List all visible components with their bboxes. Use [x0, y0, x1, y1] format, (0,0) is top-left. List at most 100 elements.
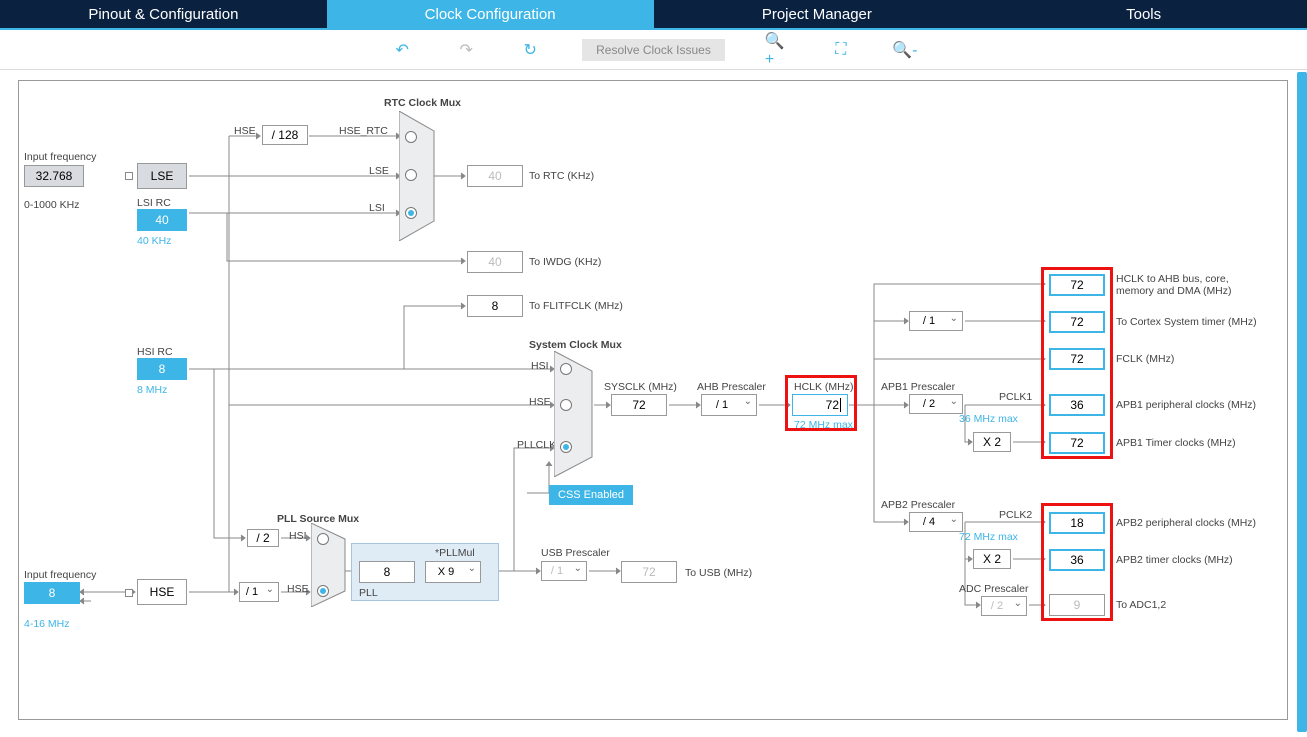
tab-pinout[interactable]: Pinout & Configuration [0, 0, 327, 28]
block-hsi-div2: / 2 [247, 529, 279, 547]
refresh-icon[interactable]: ↻ [518, 38, 542, 62]
radio-rtc-lse[interactable] [405, 169, 417, 181]
tab-tools[interactable]: Tools [980, 0, 1307, 28]
label-pclk2: PCLK2 [999, 509, 1032, 521]
field-flitf-out: 8 [467, 295, 523, 317]
label-apb1-presc: APB1 Prescaler [881, 381, 955, 393]
block-apb1-mul: X 2 [973, 432, 1011, 452]
mux-rtc [399, 111, 439, 241]
label-lsi-in: LSI [369, 202, 385, 214]
field-lse-freq[interactable]: 32.768 [24, 165, 84, 187]
label-out-cortex: To Cortex System timer (MHz) [1116, 316, 1257, 328]
label-hclk-max: 72 MHz max [794, 419, 853, 431]
block-hsi-rc: 8 [137, 358, 187, 380]
out-apb2t[interactable]: 36 [1049, 549, 1105, 571]
label-rtc-out: To RTC (KHz) [529, 170, 594, 182]
out-adc: 9 [1049, 594, 1105, 616]
radio-sys-hsi[interactable] [560, 363, 572, 375]
label-pclk1: PCLK1 [999, 391, 1032, 403]
zoom-in-icon[interactable]: 🔍+ [765, 38, 789, 62]
label-out-apb2p: APB2 peripheral clocks (MHz) [1116, 517, 1256, 529]
out-hclk-ahb[interactable]: 72 [1049, 274, 1105, 296]
field-sysclk[interactable]: 72 [611, 394, 667, 416]
select-ahb-div[interactable]: / 1 [701, 394, 757, 416]
label-hse-rtc-in: HSE [234, 125, 256, 137]
fit-icon[interactable]: ⛶ [829, 38, 853, 62]
label-out-apb2t: APB2 timer clocks (MHz) [1116, 554, 1233, 566]
radio-pllsrc-hsi[interactable] [317, 533, 329, 545]
block-hse: HSE [137, 579, 187, 605]
label-input-freq-lse: Input frequency [24, 151, 96, 163]
label-apb2-presc: APB2 Prescaler [881, 499, 955, 511]
label-sys-hsi: HSI [531, 360, 549, 372]
label-hclk: HCLK (MHz) [794, 381, 854, 393]
redo-icon: ↷ [454, 38, 478, 62]
label-sys-mux: System Clock Mux [529, 339, 622, 351]
label-out-adc: To ADC1,2 [1116, 599, 1166, 611]
label-pllmul: *PLLMul [435, 547, 475, 559]
field-hse-freq[interactable]: 8 [24, 582, 80, 604]
block-hse-div128: / 128 [262, 125, 308, 145]
select-pll-mul[interactable]: X 9 [425, 561, 481, 583]
label-adc-presc: ADC Prescaler [959, 583, 1028, 595]
scrollbar-vertical[interactable] [1297, 72, 1307, 732]
main-tabs: Pinout & Configuration Clock Configurati… [0, 0, 1307, 30]
radio-sys-pllclk[interactable] [560, 441, 572, 453]
css-enabled-button[interactable]: CSS Enabled [549, 485, 633, 505]
out-cortex[interactable]: 72 [1049, 311, 1105, 333]
radio-pllsrc-hse[interactable] [317, 585, 329, 597]
label-usb-presc: USB Prescaler [541, 547, 610, 559]
label-pllsrc-hse: HSE [287, 583, 309, 595]
label-lsi-note: 40 KHz [137, 235, 171, 247]
out-fclk[interactable]: 72 [1049, 348, 1105, 370]
clock-diagram[interactable]: Input frequency 32.768 0-1000 KHz LSE LS… [18, 80, 1288, 720]
select-usb-div[interactable]: / 1 [541, 561, 587, 581]
field-iwdg-out: 40 [467, 251, 523, 273]
out-apb2p[interactable]: 18 [1049, 512, 1105, 534]
block-lse: LSE [137, 163, 187, 189]
mux-system-clock [554, 351, 596, 477]
label-ahb-presc: AHB Prescaler [697, 381, 766, 393]
label-out-fclk: FCLK (MHz) [1116, 353, 1174, 365]
label-out-apb1t: APB1 Timer clocks (MHz) [1116, 437, 1236, 449]
label-apb1-max: 36 MHz max [959, 413, 1018, 425]
select-cortex-div[interactable]: / 1 [909, 311, 963, 331]
label-usb-out: To USB (MHz) [685, 567, 752, 579]
label-lse-range: 0-1000 KHz [24, 199, 79, 211]
resolve-clock-button: Resolve Clock Issues [582, 39, 725, 61]
radio-rtc-hse[interactable] [405, 131, 417, 143]
label-pllsrc-hsi: HSI [289, 530, 307, 542]
zoom-out-icon[interactable]: 🔍- [893, 38, 917, 62]
tab-project[interactable]: Project Manager [654, 0, 981, 28]
field-usb-out: 72 [621, 561, 677, 583]
tab-clock[interactable]: Clock Configuration [327, 0, 654, 28]
label-sys-pllclk: PLLCLK [517, 439, 556, 451]
field-pll-input: 8 [359, 561, 415, 583]
label-lse-in: LSE [369, 165, 389, 177]
radio-rtc-lsi[interactable] [405, 207, 417, 219]
label-sys-hse: HSE [529, 396, 551, 408]
field-rtc-out[interactable]: 40 [467, 165, 523, 187]
select-hse-div[interactable]: / 1 [239, 582, 279, 602]
value-hclk: 72 [826, 398, 839, 412]
label-apb2-max: 72 MHz max [959, 531, 1018, 543]
undo-icon[interactable]: ↶ [390, 38, 414, 62]
label-out-apb1p: APB1 peripheral clocks (MHz) [1116, 399, 1256, 411]
select-apb1-div[interactable]: / 2 [909, 394, 963, 414]
label-rtc-mux: RTC Clock Mux [384, 97, 461, 109]
field-hclk[interactable]: 72 [792, 394, 848, 416]
label-hsi-rc: HSI RC [137, 346, 173, 358]
select-adc-div[interactable]: / 2 [981, 596, 1027, 616]
label-hse-range: 4-16 MHz [24, 618, 70, 630]
label-out-hclk-ahb: HCLK to AHB bus, core, memory and DMA (M… [1116, 273, 1246, 297]
label-sysclk: SYSCLK (MHz) [604, 381, 677, 393]
out-apb1t[interactable]: 72 [1049, 432, 1105, 454]
handle-hse[interactable] [125, 589, 133, 597]
handle-lse[interactable] [125, 172, 133, 180]
select-apb2-div[interactable]: / 4 [909, 512, 963, 532]
out-apb1p[interactable]: 36 [1049, 394, 1105, 416]
radio-sys-hse[interactable] [560, 399, 572, 411]
label-flitf-out: To FLITFCLK (MHz) [529, 300, 623, 312]
label-input-freq-hse: Input frequency [24, 569, 96, 581]
label-lsi-rc: LSI RC [137, 197, 171, 209]
